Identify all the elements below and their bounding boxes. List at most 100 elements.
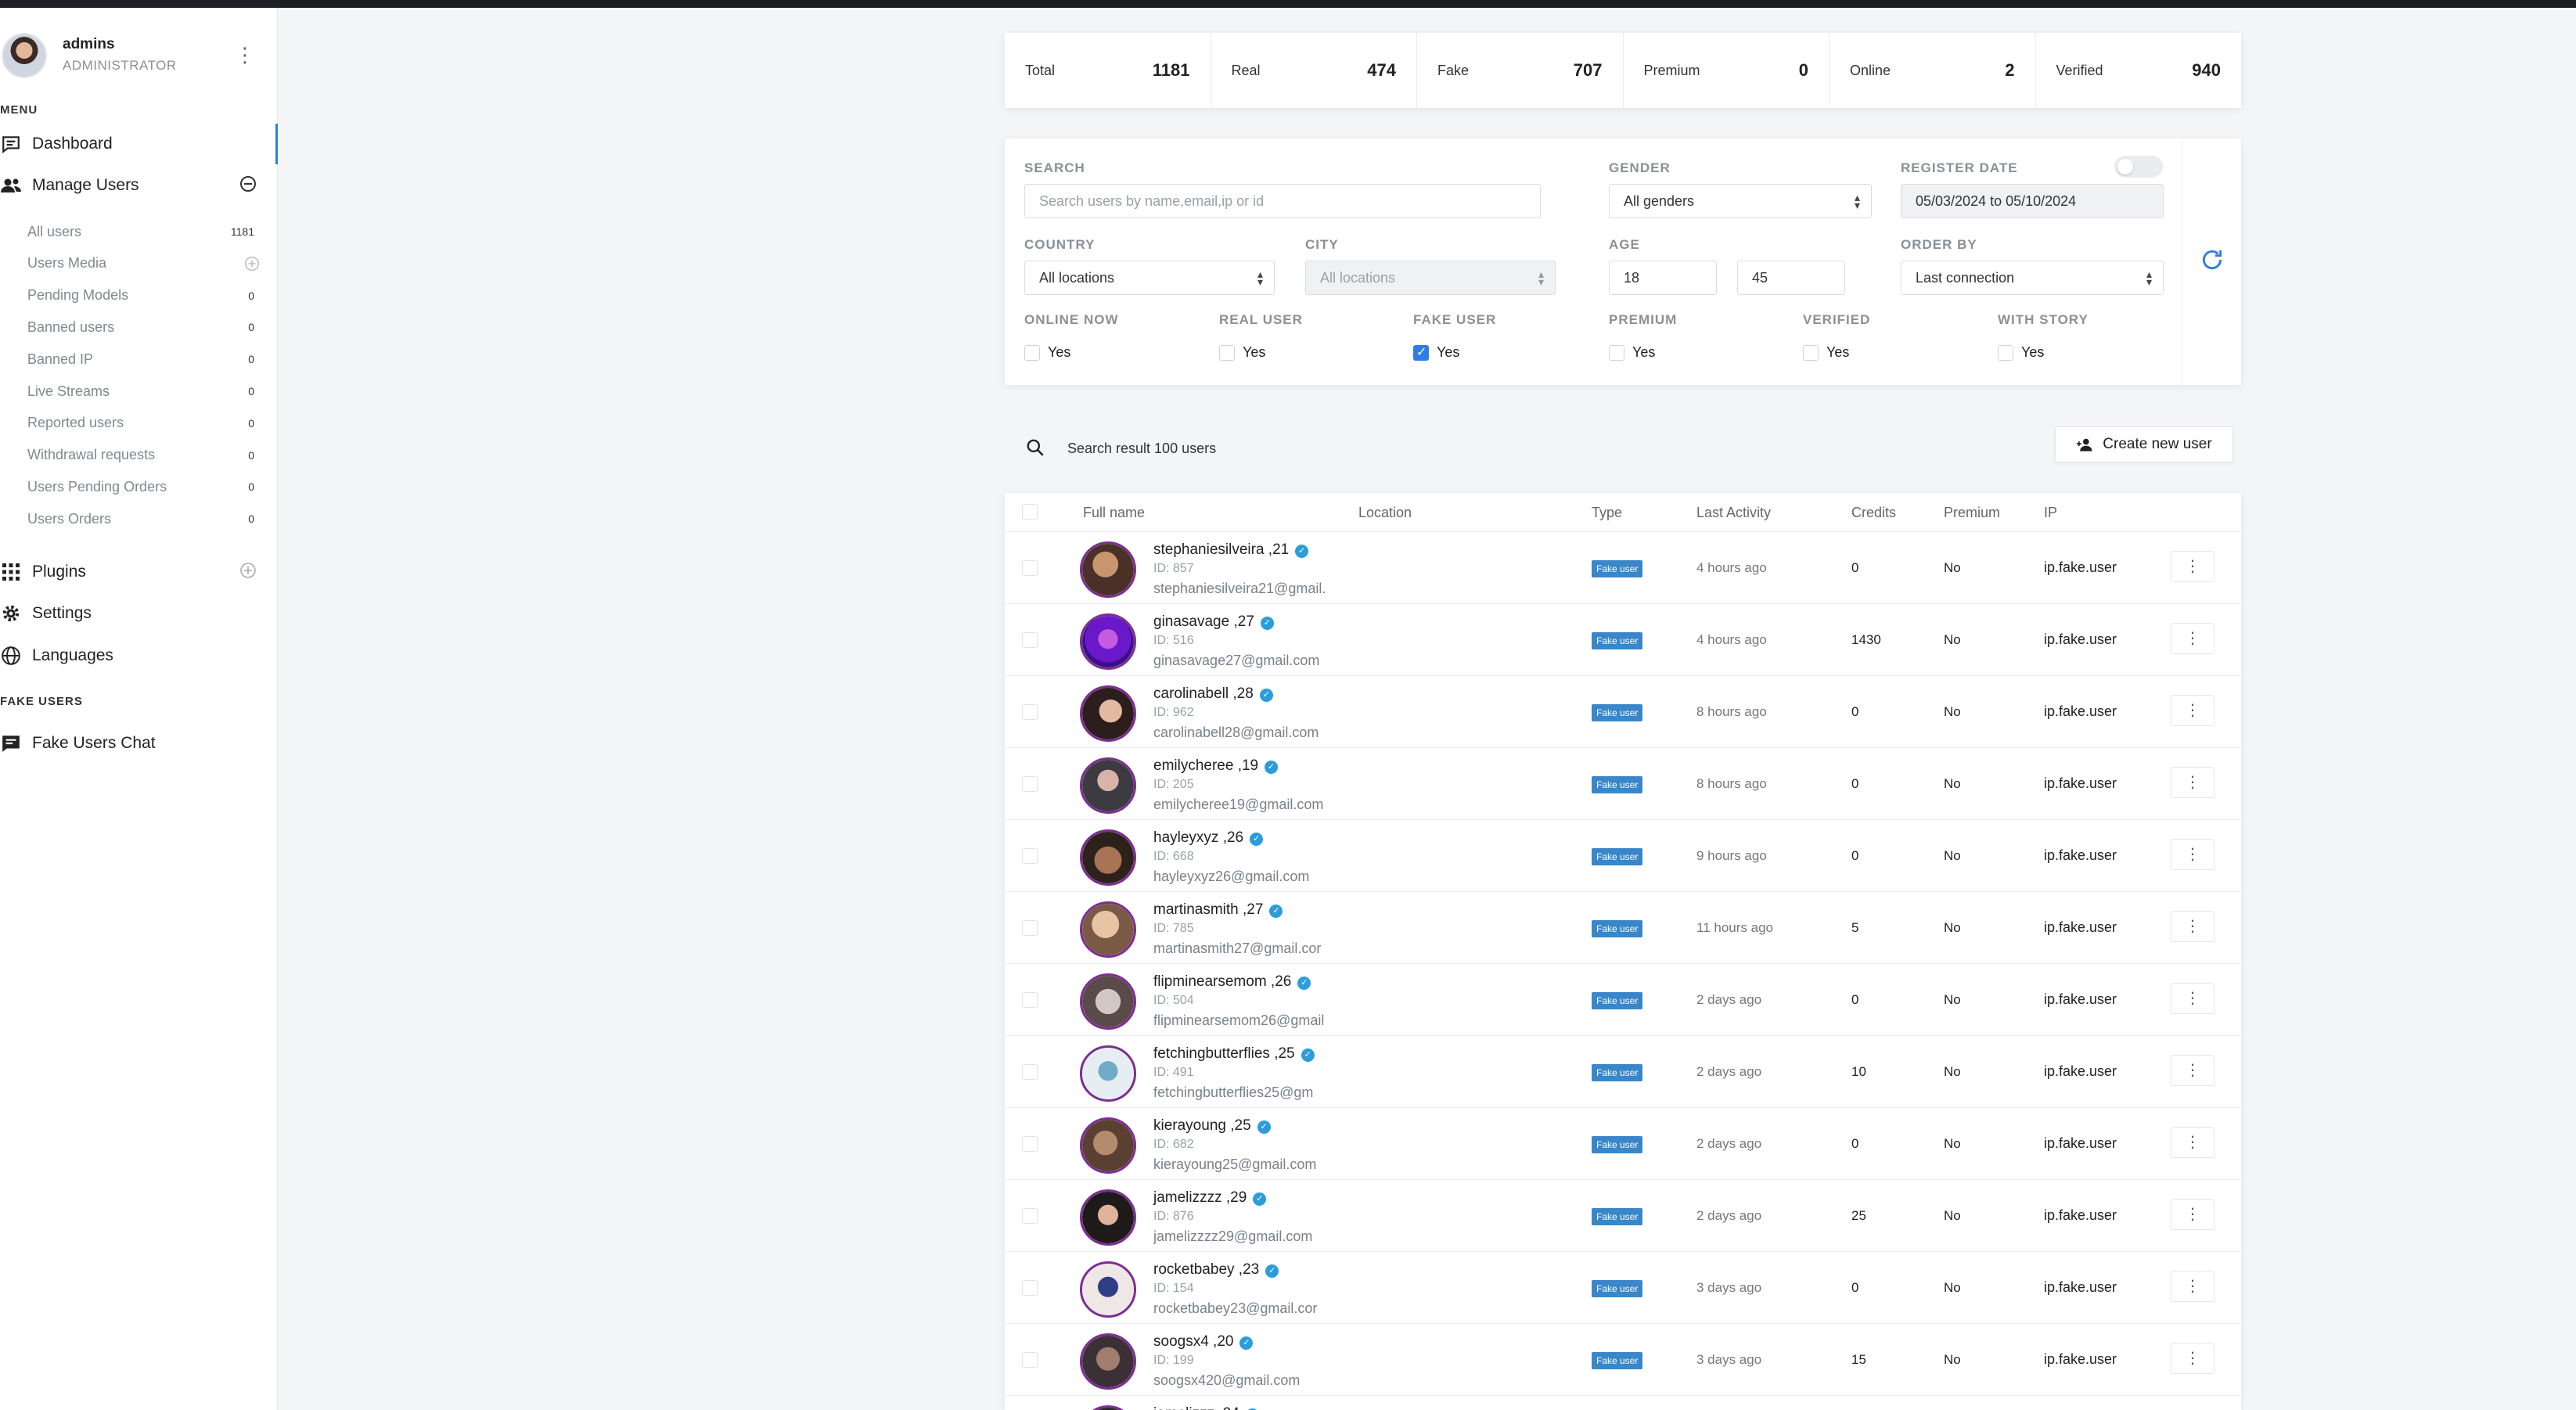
sidebar-item-fake-users-chat[interactable]: Fake Users Chat [0,723,278,764]
table-row[interactable]: martinasmith ,27 ✓ ID: 785 martinasmith27@g… [1005,892,2241,964]
table-row[interactable]: kierayoung ,25 ✓ ID: 682 kierayoung25@gmail… [1005,1108,2241,1180]
sidebar-subitem[interactable]: Users Pending Orders 0 [27,471,262,502]
user-name[interactable]: stephaniesilveira ,21 ✓ [1153,541,1309,559]
row-actions-button[interactable]: ⋮ [2171,551,2214,582]
sidebar-subitem[interactable]: Live Streams 0 [27,376,262,407]
premium-checkbox[interactable] [1609,345,1624,361]
column-header-credits[interactable]: Credits [1851,505,1896,521]
column-header-last-activity[interactable]: Last Activity [1696,505,1771,521]
avatar[interactable] [1080,1189,1136,1246]
add-circle-icon[interactable] [239,561,259,581]
table-row[interactable]: flipminearsemom ,26 ✓ ID: 504 flipminearsem… [1005,964,2241,1036]
column-header-full-name[interactable]: Full name [1083,505,1145,521]
row-checkbox[interactable] [1022,776,1038,792]
column-header-type[interactable]: Type [1592,505,1622,521]
avatar[interactable] [1080,1405,1136,1410]
age-min-input[interactable]: 18 [1609,261,1717,295]
sidebar-item-dashboard[interactable]: Dashboard [0,124,278,164]
row-actions-button[interactable]: ⋮ [2171,623,2214,654]
table-row[interactable]: ginasavage ,27 ✓ ID: 516 ginasavage27@gmail… [1005,604,2241,676]
table-row[interactable]: jamelizzz ,24✓ [1005,1396,2241,1410]
online-now-checkbox[interactable] [1024,345,1040,361]
country-select[interactable]: All locations ▴ ▾ [1024,261,1275,295]
create-new-user-button[interactable]: Create new user [2055,426,2233,462]
collapse-minus-icon[interactable] [239,174,259,195]
sidebar-subitem[interactable]: Withdrawal requests 0 [27,440,262,471]
sidebar-subitem[interactable]: Banned IP 0 [27,344,262,375]
row-checkbox[interactable] [1022,848,1038,864]
profile-header[interactable]: admins ADMINISTRATOR ⋮ [0,23,278,78]
column-header-premium[interactable]: Premium [1944,505,2000,521]
sidebar-subitem[interactable]: Banned users 0 [27,311,262,343]
table-row[interactable]: fetchingbutterflies ,25 ✓ ID: 491 fetchingb… [1005,1036,2241,1108]
with-story-checkbox[interactable] [1998,345,2013,361]
avatar[interactable] [1080,1045,1136,1102]
user-name[interactable]: ginasavage ,27 ✓ [1153,613,1274,631]
avatar[interactable] [1080,613,1136,670]
table-row[interactable]: rocketbabey ,23 ✓ ID: 154 rocketbabey23@gma… [1005,1252,2241,1324]
user-name[interactable]: fetchingbutterflies ,25 ✓ [1153,1045,1315,1063]
row-checkbox[interactable] [1022,704,1038,720]
user-name[interactable]: emilycheree ,19 ✓ [1153,757,1279,775]
select-all-checkbox[interactable] [1022,504,1038,520]
avatar[interactable] [1080,685,1136,742]
user-name[interactable]: carolinabell ,28 ✓ [1153,685,1273,703]
user-name[interactable]: jamelizzzz ,29 ✓ [1153,1189,1267,1207]
user-name[interactable]: martinasmith ,27 ✓ [1153,901,1283,919]
table-row[interactable]: carolinabell ,28 ✓ ID: 962 carolinabell28@g… [1005,676,2241,748]
row-actions-button[interactable]: ⋮ [2171,1199,2214,1230]
avatar[interactable] [2,33,47,78]
avatar[interactable] [1080,757,1136,814]
row-checkbox[interactable] [1022,632,1038,648]
row-actions-button[interactable]: ⋮ [2171,1055,2214,1086]
more-vertical-icon[interactable]: ⋮ [235,41,255,69]
row-checkbox[interactable] [1022,1352,1038,1368]
sidebar-item-languages[interactable]: Languages [0,635,278,676]
sidebar-subitem[interactable]: Pending Models 0 [27,280,262,311]
table-row[interactable]: stephaniesilveira ,21 ✓ ID: 857 stephaniesi… [1005,532,2241,604]
sidebar-subitem[interactable]: Users Orders 0 [27,503,262,534]
sidebar-subitem[interactable]: All users 1181 [27,216,262,247]
add-circle-icon[interactable] [243,255,261,272]
avatar[interactable] [1080,901,1136,958]
age-max-input[interactable]: 45 [1737,261,1845,295]
user-name[interactable]: rocketbabey ,23 ✓ [1153,1261,1279,1279]
user-name[interactable]: flipminearsemom ,26 ✓ [1153,973,1311,991]
register-date-input[interactable]: 05/03/2024 to 05/10/2024 [1901,184,2164,218]
row-actions-button[interactable]: ⋮ [2171,1127,2214,1158]
refresh-icon[interactable] [2200,247,2225,276]
sidebar-subitem[interactable]: Reported users 0 [27,408,262,439]
verified-checkbox[interactable] [1803,345,1819,361]
sidebar-item-settings[interactable]: Settings [0,593,278,634]
order-by-select[interactable]: Last connection ▴ ▾ [1901,261,2164,295]
city-select[interactable]: All locations ▴ ▾ [1305,261,1556,295]
avatar[interactable] [1080,973,1136,1030]
user-name[interactable]: jamelizzz ,24✓ [1153,1405,1259,1410]
avatar[interactable] [1080,829,1136,886]
sidebar-subitem[interactable]: Users Media [27,248,262,279]
row-actions-button[interactable]: ⋮ [2171,695,2214,726]
row-checkbox[interactable] [1022,1208,1038,1224]
row-actions-button[interactable]: ⋮ [2171,1271,2214,1302]
fake-user-checkbox[interactable] [1413,344,1429,361]
row-checkbox[interactable] [1022,560,1038,576]
row-checkbox[interactable] [1022,992,1038,1008]
table-row[interactable]: soogsx4 ,20 ✓ ID: 199 soogsx420@gmail.com Fa… [1005,1324,2241,1396]
user-name[interactable]: soogsx4 ,20 ✓ [1153,1333,1254,1351]
row-checkbox[interactable] [1022,1136,1038,1152]
column-header-location[interactable]: Location [1358,505,1412,521]
avatar[interactable] [1080,1117,1136,1174]
row-checkbox[interactable] [1022,1064,1038,1080]
avatar[interactable] [1080,1261,1136,1318]
table-row[interactable]: hayleyxyz ,26 ✓ ID: 668 hayleyxyz26@gmail.c… [1005,820,2241,892]
row-checkbox[interactable] [1022,920,1038,936]
avatar[interactable] [1080,541,1136,598]
register-date-toggle[interactable] [2114,156,2163,178]
sidebar-item-plugins[interactable]: Plugins [0,552,278,592]
column-header-ip[interactable]: IP [2044,505,2057,521]
real-user-checkbox[interactable] [1219,345,1235,361]
row-actions-button[interactable]: ⋮ [2171,767,2214,798]
table-row[interactable]: emilycheree ,19 ✓ ID: 205 emilycheree19@gma… [1005,748,2241,820]
avatar[interactable] [1080,1333,1136,1390]
table-row[interactable]: jamelizzzz ,29 ✓ ID: 876 jamelizzzz29@gmail… [1005,1180,2241,1252]
